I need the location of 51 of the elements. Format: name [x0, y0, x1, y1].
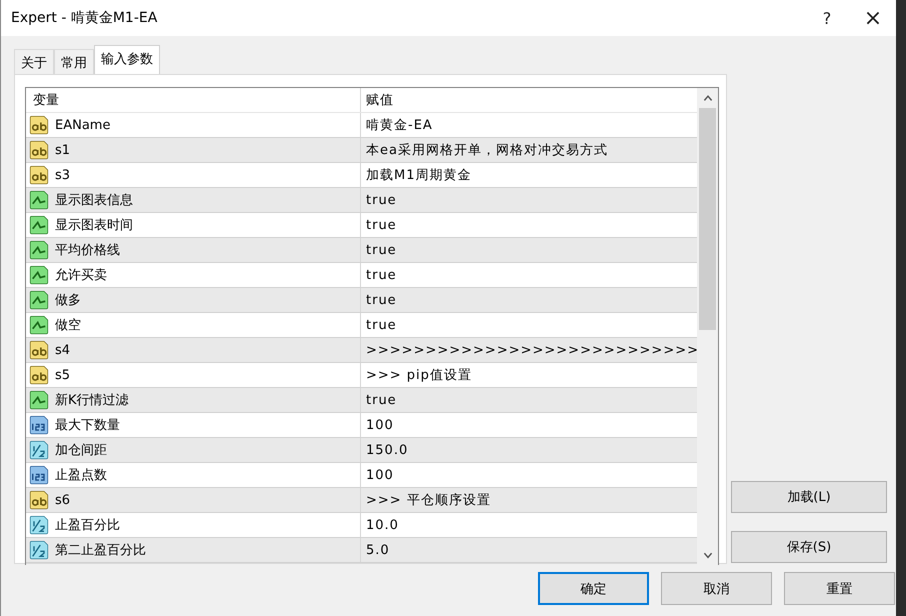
- parameter-value[interactable]: true: [366, 268, 397, 282]
- column-header[interactable]: 变量: [26, 88, 361, 112]
- parameter-value[interactable]: >>> pip值设置: [366, 366, 472, 384]
- parameter-value[interactable]: 加载M1周期黄金: [366, 166, 472, 184]
- parameter-value[interactable]: true: [366, 392, 397, 408]
- close-button[interactable]: ×: [850, 6, 896, 30]
- parameter-value[interactable]: 100: [366, 418, 394, 432]
- parameter-name: 显示图表信息: [55, 192, 133, 209]
- parameter-name: 加仓间距: [55, 442, 107, 459]
- parameter-value[interactable]: true: [366, 292, 397, 308]
- dialog-button[interactable]: 确定: [538, 572, 649, 605]
- parameter-name: s5: [55, 368, 70, 382]
- panel-button[interactable]: 保存(S): [731, 531, 887, 563]
- parameter-name: 显示图表时间: [55, 217, 133, 234]
- parameter-name: s3: [55, 168, 70, 182]
- parameter-value[interactable]: 150.0: [366, 442, 408, 458]
- parameter-name: s1: [55, 142, 70, 158]
- tab[interactable]: 输入参数: [94, 45, 160, 74]
- dialog-button[interactable]: 取消: [661, 572, 772, 605]
- parameter-name: 新K行情过滤: [55, 392, 129, 409]
- window-title: Expert - 啃黄金M1-EA: [11, 9, 158, 27]
- parameter-name: 平均价格线: [55, 242, 120, 259]
- parameter-name: EAName: [55, 118, 110, 132]
- parameter-name: s4: [55, 342, 70, 358]
- parameter-value[interactable]: >>>>>>>>>>>>>>>>>>>>>>>>>>>>: [366, 342, 699, 358]
- parameter-name: 止盈百分比: [55, 517, 120, 534]
- parameter-name: 止盈点数: [55, 467, 107, 484]
- column-header[interactable]: 赋值: [361, 88, 697, 112]
- parameter-value[interactable]: true: [366, 192, 397, 208]
- parameter-value[interactable]: 5.0: [366, 542, 390, 558]
- parameter-value[interactable]: true: [366, 242, 397, 258]
- parameter-value[interactable]: 100: [366, 468, 394, 482]
- panel-button[interactable]: 加载(L): [731, 481, 887, 513]
- parameter-name: s6: [55, 492, 70, 508]
- parameter-name: 做多: [55, 292, 81, 309]
- tab[interactable]: 常用: [54, 49, 94, 74]
- parameter-name: 允许买卖: [55, 267, 107, 284]
- parameter-name: 第二止盈百分比: [55, 542, 146, 559]
- scroll-thumb[interactable]: [699, 108, 716, 330]
- scrollbar[interactable]: [697, 88, 718, 565]
- parameter-value[interactable]: true: [366, 318, 397, 332]
- dialog-button[interactable]: 重置: [784, 572, 895, 605]
- parameter-name: 做空: [55, 317, 81, 334]
- parameter-value[interactable]: >>> 平仓顺序设置: [366, 491, 491, 509]
- help-button[interactable]: ?: [804, 8, 850, 28]
- parameter-value[interactable]: 啃黄金-EA: [366, 116, 433, 134]
- parameter-value[interactable]: 10.0: [366, 518, 399, 532]
- parameter-value[interactable]: true: [366, 218, 397, 232]
- parameter-value[interactable]: 本ea采用网格开单，网格对冲交易方式: [366, 141, 608, 159]
- parameter-name: 最大下数量: [55, 417, 120, 434]
- tab[interactable]: 关于: [14, 49, 54, 74]
